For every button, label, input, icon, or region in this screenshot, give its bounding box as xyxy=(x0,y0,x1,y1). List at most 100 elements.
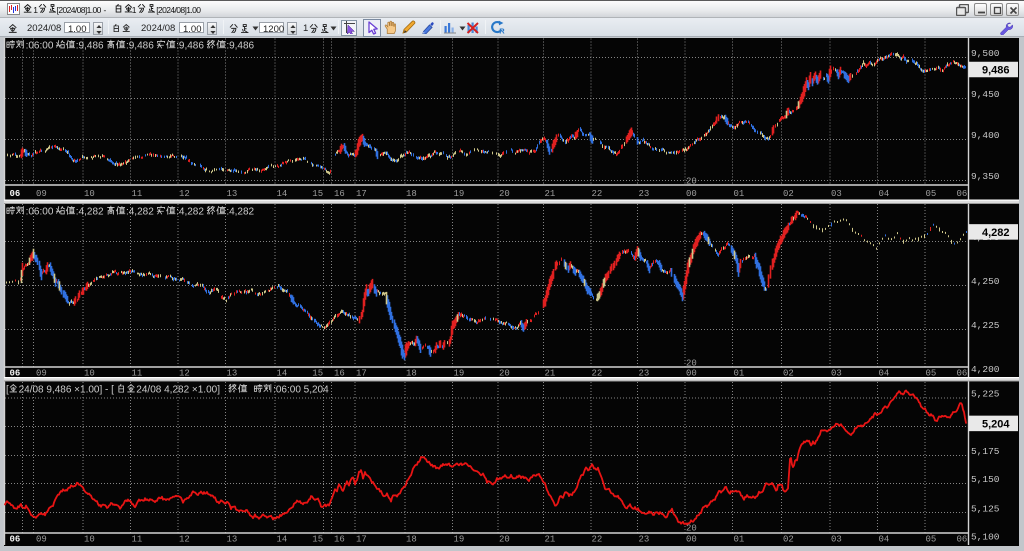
svg-text:4,282: 4,282 xyxy=(982,227,1010,239)
svg-text:01: 01 xyxy=(734,189,745,199)
svg-text:03: 03 xyxy=(831,189,842,199)
svg-text::4,282: :4,282 xyxy=(226,207,254,218)
svg-text:05: 05 xyxy=(926,369,937,379)
svg-text:23: 23 xyxy=(639,535,650,545)
svg-text:20: 20 xyxy=(686,177,697,187)
svg-text:22: 22 xyxy=(592,189,603,199)
svg-text:5,125: 5,125 xyxy=(971,503,1000,514)
svg-text:10: 10 xyxy=(84,369,95,379)
svg-text:17: 17 xyxy=(356,189,367,199)
svg-text:9,400: 9,400 xyxy=(971,130,1000,141)
svg-text:9,486: 9,486 xyxy=(982,65,1010,77)
svg-text:20: 20 xyxy=(686,359,697,369)
svg-text:20: 20 xyxy=(499,189,510,199)
svg-text:24/08 4,282 ×1.00]: 24/08 4,282 ×1.00] xyxy=(136,385,220,396)
svg-text:R: R xyxy=(499,26,505,34)
svg-text:06: 06 xyxy=(10,535,21,545)
svg-text::06:00: :06:00 xyxy=(26,207,54,218)
svg-text:14: 14 xyxy=(277,189,288,199)
svg-text::4,282: :4,282 xyxy=(126,207,154,218)
svg-text:18: 18 xyxy=(406,189,417,199)
svg-text::06:00: :06:00 xyxy=(26,41,54,52)
svg-text:12: 12 xyxy=(179,369,190,379)
svg-text:03: 03 xyxy=(831,535,842,545)
svg-text:4,250: 4,250 xyxy=(971,276,1000,287)
svg-text:17: 17 xyxy=(356,535,367,545)
svg-text:9,450: 9,450 xyxy=(971,89,1000,100)
svg-text:[: [ xyxy=(6,385,9,396)
svg-text:10: 10 xyxy=(84,189,95,199)
svg-text::4,282: :4,282 xyxy=(176,207,204,218)
svg-text:17: 17 xyxy=(356,369,367,379)
svg-text:05: 05 xyxy=(926,535,937,545)
svg-text:4,225: 4,225 xyxy=(971,320,1000,331)
svg-text:16: 16 xyxy=(334,535,345,545)
svg-text:13: 13 xyxy=(227,189,238,199)
svg-text:06: 06 xyxy=(10,369,21,379)
svg-text:02: 02 xyxy=(783,189,794,199)
svg-text:21: 21 xyxy=(545,369,556,379)
svg-text:12: 12 xyxy=(179,189,190,199)
svg-text::9,486: :9,486 xyxy=(226,41,254,52)
svg-text:22: 22 xyxy=(592,535,603,545)
svg-text:01: 01 xyxy=(734,535,745,545)
svg-text:01: 01 xyxy=(734,369,745,379)
svg-text:05: 05 xyxy=(926,189,937,199)
svg-text:21: 21 xyxy=(545,189,556,199)
svg-text:00: 00 xyxy=(686,189,697,199)
svg-text:10: 10 xyxy=(84,535,95,545)
svg-text:22: 22 xyxy=(592,369,603,379)
svg-text::06:00 5,204: :06:00 5,204 xyxy=(273,385,329,396)
svg-text::4,282: :4,282 xyxy=(76,207,104,218)
svg-text:03: 03 xyxy=(831,369,842,379)
svg-text:00: 00 xyxy=(686,369,697,379)
svg-text:5,100: 5,100 xyxy=(971,531,1000,542)
svg-text:13: 13 xyxy=(227,535,238,545)
svg-text:11: 11 xyxy=(132,535,143,545)
svg-text:19: 19 xyxy=(454,189,465,199)
svg-text:06: 06 xyxy=(957,369,968,379)
svg-text:11: 11 xyxy=(132,189,143,199)
svg-text:04: 04 xyxy=(879,189,890,199)
svg-text:06: 06 xyxy=(10,189,21,199)
svg-text:20: 20 xyxy=(499,535,510,545)
svg-text:5,175: 5,175 xyxy=(971,446,1000,457)
svg-text:5,204: 5,204 xyxy=(982,418,1010,430)
svg-text:23: 23 xyxy=(639,189,650,199)
svg-text:5,225: 5,225 xyxy=(971,389,1000,400)
svg-text:00: 00 xyxy=(686,535,697,545)
svg-text:4,200: 4,200 xyxy=(971,364,1000,375)
svg-text:12: 12 xyxy=(179,535,190,545)
svg-text:23: 23 xyxy=(639,369,650,379)
svg-text:09: 09 xyxy=(36,369,47,379)
svg-text:9,350: 9,350 xyxy=(971,171,1000,182)
svg-text:06: 06 xyxy=(957,535,968,545)
svg-text:21: 21 xyxy=(545,535,556,545)
svg-text:19: 19 xyxy=(454,369,465,379)
svg-text:11: 11 xyxy=(132,369,143,379)
svg-text:20: 20 xyxy=(499,369,510,379)
svg-text:04: 04 xyxy=(879,535,890,545)
svg-text:13: 13 xyxy=(227,369,238,379)
svg-text::9,486: :9,486 xyxy=(76,41,104,52)
svg-text:09: 09 xyxy=(36,535,47,545)
svg-text:06: 06 xyxy=(957,189,968,199)
svg-text:04: 04 xyxy=(879,369,890,379)
svg-text:14: 14 xyxy=(277,535,288,545)
svg-text:14: 14 xyxy=(277,369,288,379)
svg-text:16: 16 xyxy=(334,189,345,199)
svg-text::9,486: :9,486 xyxy=(176,41,204,52)
svg-text:19: 19 xyxy=(454,535,465,545)
svg-text:15: 15 xyxy=(312,369,323,379)
svg-text:15: 15 xyxy=(312,535,323,545)
svg-text:18: 18 xyxy=(406,535,417,545)
svg-text:09: 09 xyxy=(36,189,47,199)
svg-text:5,150: 5,150 xyxy=(971,474,1000,485)
svg-text:16: 16 xyxy=(334,369,345,379)
svg-text::9,486: :9,486 xyxy=(126,41,154,52)
svg-text:9,500: 9,500 xyxy=(971,48,1000,59)
svg-text:24/08 9,486 ×1.00] - [: 24/08 9,486 ×1.00] - [ xyxy=(19,385,115,396)
svg-text:02: 02 xyxy=(783,369,794,379)
svg-text:18: 18 xyxy=(406,369,417,379)
svg-text:20: 20 xyxy=(686,524,697,534)
